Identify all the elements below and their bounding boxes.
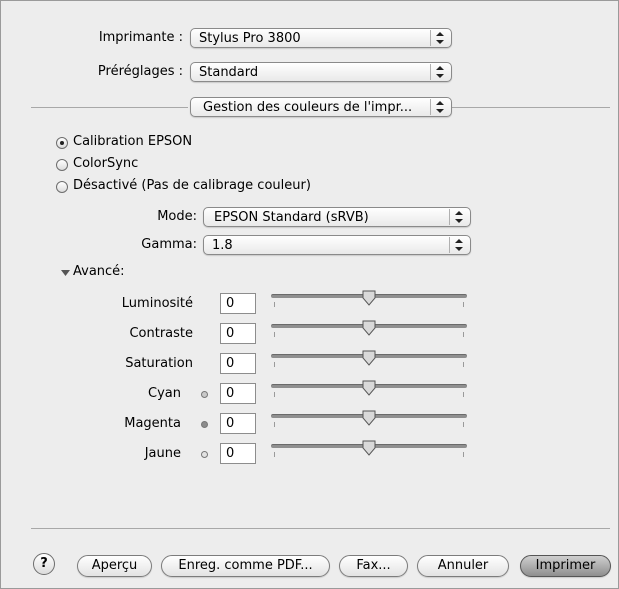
- radio-calibration-epson-label: Calibration EPSON: [73, 134, 193, 149]
- slider-knob-icon[interactable]: [362, 320, 376, 336]
- advanced-label: Avancé:: [73, 264, 125, 279]
- popup-arrows-icon: [430, 64, 449, 80]
- adjustment-value: 0: [226, 416, 235, 431]
- preview-button[interactable]: Aperçu: [77, 555, 152, 577]
- mode-label: Mode:: [157, 209, 197, 224]
- slider-tick: [463, 332, 464, 337]
- color-dot-icon: [201, 391, 208, 398]
- printer-value: Stylus Pro 3800: [199, 31, 301, 46]
- adjustment-label: Luminosité: [121, 296, 193, 311]
- adjustment-value-field[interactable]: 0: [220, 323, 256, 344]
- slider-tick: [463, 362, 464, 367]
- popup-arrows-icon: [449, 209, 468, 225]
- printer-label: Imprimante :: [98, 30, 183, 45]
- adjustment-value: 0: [226, 326, 235, 341]
- save-pdf-button[interactable]: Enreg. comme PDF...: [161, 555, 330, 577]
- adjustment-value-field[interactable]: 0: [220, 443, 256, 464]
- slider-knob-icon[interactable]: [362, 380, 376, 396]
- mode-value: EPSON Standard (sRVB): [214, 210, 369, 225]
- slider-tick: [274, 422, 275, 427]
- slider-tick: [274, 332, 275, 337]
- adjustment-label: Contraste: [129, 326, 193, 341]
- color-dot-icon: [201, 451, 208, 458]
- slider-tick: [463, 392, 464, 397]
- print-button[interactable]: Imprimer: [520, 555, 611, 577]
- slider-tick: [463, 452, 464, 457]
- adjustment-value: 0: [226, 296, 235, 311]
- help-button[interactable]: ?: [33, 553, 55, 575]
- fax-button[interactable]: Fax...: [339, 555, 408, 577]
- slider-tick: [274, 392, 275, 397]
- popup-arrows-icon: [430, 99, 449, 115]
- adjustment-value: 0: [226, 356, 235, 371]
- gamma-popup[interactable]: 1.8: [203, 235, 471, 255]
- adjustment-value-field[interactable]: 0: [220, 383, 256, 404]
- radio-desactive-label: Désactivé (Pas de calibrage couleur): [73, 178, 311, 193]
- adjustment-label: Cyan: [148, 386, 181, 401]
- adjustment-label: Magenta: [124, 416, 181, 431]
- popup-arrows-icon: [449, 237, 468, 253]
- popup-arrows-icon: [430, 30, 449, 46]
- slider-knob-icon[interactable]: [362, 440, 376, 456]
- separator: [452, 107, 610, 108]
- slider-tick: [274, 362, 275, 367]
- print-dialog: Imprimante : Stylus Pro 3800 Préréglages…: [0, 0, 619, 589]
- presets-popup[interactable]: Standard: [190, 62, 452, 82]
- adjustment-label: Jaune: [144, 446, 181, 461]
- panel-value: Gestion des couleurs de l'impr...: [203, 100, 413, 115]
- cancel-button[interactable]: Annuler: [417, 555, 509, 577]
- gamma-label: Gamma:: [141, 237, 197, 252]
- radio-colorsync-label: ColorSync: [73, 156, 139, 171]
- slider-tick: [274, 302, 275, 307]
- printer-popup[interactable]: Stylus Pro 3800: [190, 28, 452, 48]
- slider-tick: [274, 452, 275, 457]
- adjustment-value: 0: [226, 446, 235, 461]
- slider-tick: [463, 302, 464, 307]
- separator: [31, 528, 610, 529]
- radio-calibration-epson[interactable]: [56, 137, 68, 149]
- slider-knob-icon[interactable]: [362, 410, 376, 426]
- panel-popup[interactable]: Gestion des couleurs de l'impr...: [190, 97, 452, 117]
- adjustment-value-field[interactable]: 0: [220, 413, 256, 434]
- slider-tick: [463, 422, 464, 427]
- radio-colorsync[interactable]: [56, 159, 68, 171]
- separator: [31, 107, 188, 108]
- presets-value: Standard: [199, 65, 259, 80]
- slider-knob-icon[interactable]: [362, 350, 376, 366]
- adjustment-value-field[interactable]: 0: [220, 353, 256, 374]
- gamma-value: 1.8: [212, 238, 233, 253]
- slider-knob-icon[interactable]: [362, 290, 376, 306]
- color-dot-icon: [201, 421, 208, 428]
- adjustment-value-field[interactable]: 0: [220, 293, 256, 314]
- presets-label: Préréglages :: [97, 64, 183, 79]
- adjustment-value: 0: [226, 386, 235, 401]
- adjustment-label: Saturation: [125, 356, 193, 371]
- radio-desactive[interactable]: [56, 181, 68, 193]
- mode-popup[interactable]: EPSON Standard (sRVB): [203, 207, 471, 227]
- disclosure-triangle-icon[interactable]: [61, 267, 71, 277]
